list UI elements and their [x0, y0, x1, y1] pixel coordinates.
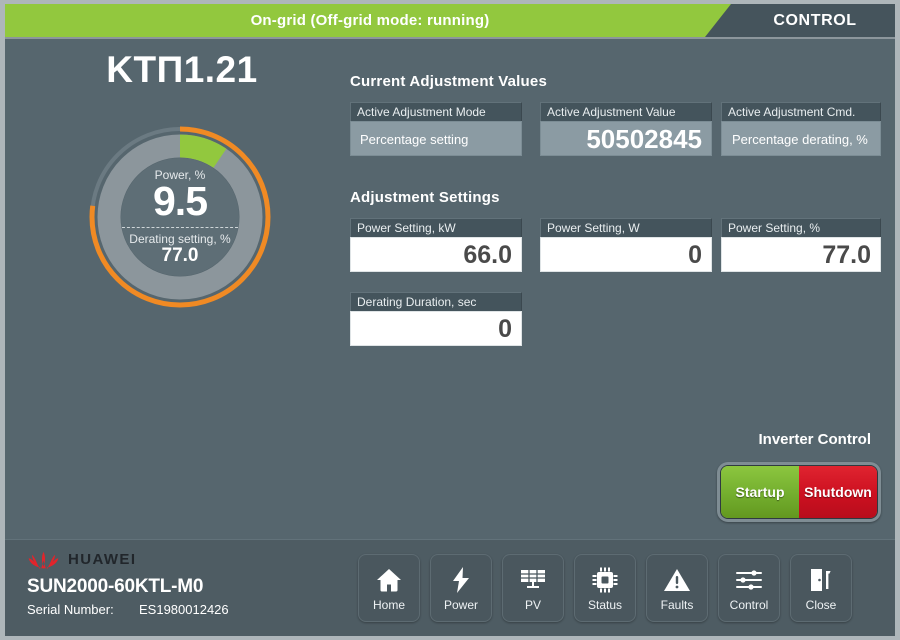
field-label: Active Adjustment Mode	[350, 102, 522, 121]
toolbar-label: PV	[524, 598, 541, 612]
shutdown-button[interactable]: Shutdown	[799, 466, 877, 518]
inverter-control-group: Startup Shutdown	[717, 462, 881, 522]
gauge-derating-label: Derating setting, %	[129, 231, 231, 246]
exit-door-icon	[808, 564, 834, 596]
gauge-divider	[122, 226, 238, 228]
adjustment-settings-title: Adjustment Settings	[350, 189, 500, 206]
bottom-bar: HUAWEI SUN2000-60KTL-M0 Serial Number: E…	[5, 539, 895, 636]
field-label: Power Setting, kW	[350, 218, 522, 237]
field-value: Percentage derating, %	[721, 121, 881, 156]
toolbar-button-faults[interactable]: Faults	[646, 554, 708, 622]
field-value: Percentage setting	[350, 121, 522, 156]
toolbar-button-pv[interactable]: PV	[502, 554, 564, 622]
chip-icon	[591, 564, 619, 596]
sliders-icon	[735, 564, 763, 596]
toolbar-button-close[interactable]: Close	[790, 554, 852, 622]
toolbar-label: Power	[443, 598, 478, 612]
field-value: 50502845	[540, 121, 712, 156]
header-divider	[5, 37, 895, 39]
field-derating-duration-sec[interactable]: Derating Duration, sec 0	[350, 292, 522, 346]
toolbar-button-home[interactable]: Home	[358, 554, 420, 622]
field-label: Active Adjustment Value	[540, 102, 712, 121]
toolbar-label: Faults	[660, 598, 694, 612]
gauge-power-value: 9.5	[153, 177, 208, 224]
warning-triangle-icon	[663, 564, 691, 596]
toolbar-button-power[interactable]: Power	[430, 554, 492, 622]
gauge-readouts: Power, % 9.5 Derating setting, % 77.0	[85, 122, 275, 312]
field-input[interactable]: 77.0	[721, 237, 881, 272]
toolbar-label: Home	[372, 598, 405, 612]
field-active-adjustment-mode: Active Adjustment Mode Percentage settin…	[350, 102, 522, 156]
current-adjustment-title: Current Adjustment Values	[350, 73, 547, 90]
device-model: SUN2000-60KTL-M0	[27, 576, 204, 597]
field-active-adjustment-value: Active Adjustment Value 50502845	[540, 102, 712, 156]
toolbar-label: Control	[729, 598, 769, 612]
brand-block: HUAWEI SUN2000-60KTL-M0 Serial Number: E…	[27, 548, 337, 618]
field-input[interactable]: 66.0	[350, 237, 522, 272]
field-label: Active Adjustment Cmd.	[721, 102, 881, 121]
page-title: KTП1.21	[106, 49, 258, 90]
serial-number-value: ES1980012426	[139, 602, 229, 617]
lightning-bolt-icon	[450, 564, 472, 596]
app-window: On-grid (Off-grid mode: running) CONTROL…	[0, 0, 900, 640]
gauge-derating-value: 77.0	[161, 244, 199, 266]
power-gauge: Power, % 9.5 Derating setting, % 77.0	[85, 122, 275, 312]
field-input[interactable]: 0	[350, 311, 522, 346]
huawei-logo-icon	[28, 552, 59, 569]
startup-button[interactable]: Startup	[721, 466, 799, 518]
toolbar-label: Status	[587, 598, 623, 612]
field-power-setting-w[interactable]: Power Setting, W 0	[540, 218, 712, 272]
header-screen-name: CONTROL	[773, 12, 857, 29]
field-label: Power Setting, %	[721, 218, 881, 237]
serial-number-row: Serial Number: ES1980012426	[27, 602, 337, 617]
field-input[interactable]: 0	[540, 237, 712, 272]
toolbar-label: Close	[805, 598, 837, 612]
field-label: Power Setting, W	[540, 218, 712, 237]
field-active-adjustment-cmd: Active Adjustment Cmd. Percentage derati…	[721, 102, 881, 156]
brand-name: HUAWEI	[68, 550, 137, 568]
header-bar: On-grid (Off-grid mode: running) CONTROL	[5, 4, 895, 37]
field-power-setting-kw[interactable]: Power Setting, kW 66.0	[350, 218, 522, 272]
solar-panel-icon	[518, 564, 548, 596]
header-status-text: On-grid (Off-grid mode: running)	[250, 12, 490, 29]
field-power-setting-percent[interactable]: Power Setting, % 77.0	[721, 218, 881, 272]
inverter-control-buttons: Startup Shutdown	[720, 465, 878, 519]
serial-number-label: Serial Number:	[27, 602, 114, 617]
field-label: Derating Duration, sec	[350, 292, 522, 311]
home-icon	[375, 564, 403, 596]
brand-logo-row: HUAWEI	[27, 548, 337, 570]
toolbar-button-control[interactable]: Control	[718, 554, 780, 622]
app-frame: On-grid (Off-grid mode: running) CONTROL…	[5, 4, 895, 636]
inverter-control-title: Inverter Control	[758, 431, 871, 448]
bottom-toolbar: Home Power PV Status Faults Control Clos…	[358, 554, 852, 622]
toolbar-button-status[interactable]: Status	[574, 554, 636, 622]
